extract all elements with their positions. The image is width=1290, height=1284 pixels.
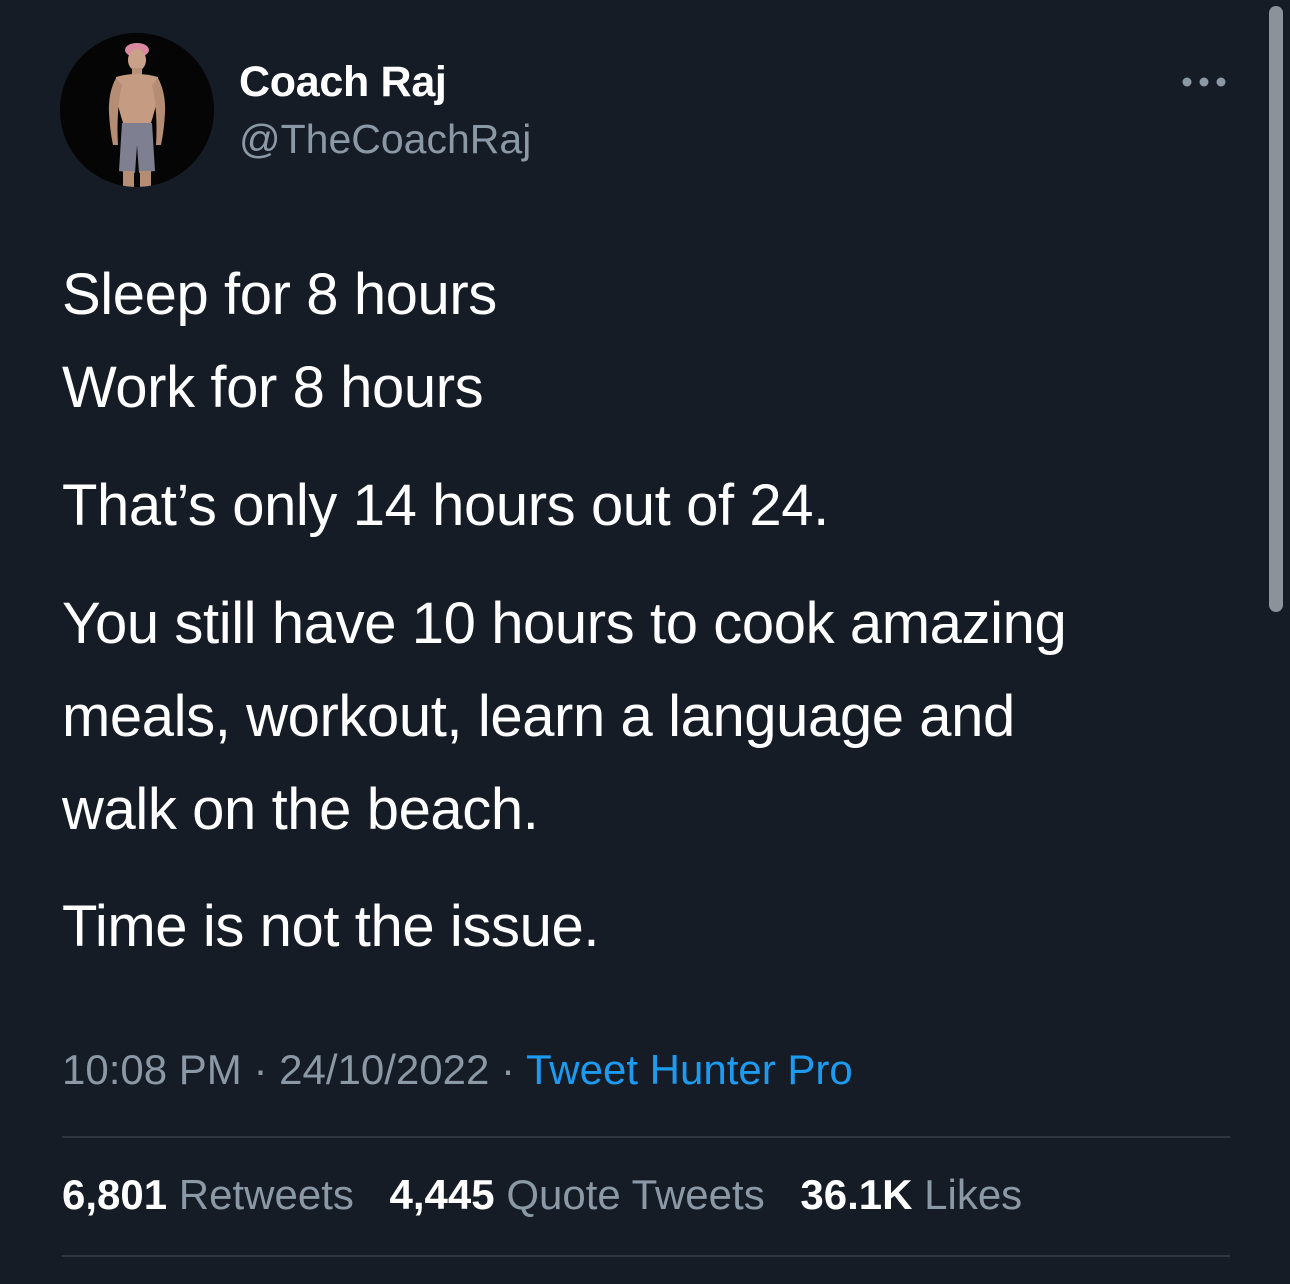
avatar-photo-icon [60,33,214,187]
engagement-stats: 6,801 Retweets 4,445 Quote Tweets 36.1K … [62,1171,1046,1219]
tweet-detail: Coach Raj @TheCoachRaj Sleep for 8 hours… [0,0,1290,1284]
author-avatar[interactable] [60,33,214,187]
likes-count: 36.1K [800,1171,913,1218]
quote-tweets-label: Quote Tweets [506,1171,765,1218]
tweet-source-link[interactable]: Tweet Hunter Pro [526,1046,853,1093]
author-name[interactable]: Coach Raj [239,58,447,107]
retweets-label: Retweets [178,1171,354,1218]
quote-tweets-stat[interactable]: 4,445 Quote Tweets [390,1171,765,1219]
tweet-date[interactable]: 24/10/2022 [279,1046,489,1093]
tweet-text-line: meals, workout, learn a language and [62,684,1015,749]
more-horizontal-icon [1182,77,1226,87]
tweet-text-line: Time is not the issue. [62,894,600,959]
likes-stat[interactable]: 36.1K Likes [800,1171,1022,1219]
more-options-button[interactable] [1176,62,1232,102]
tweet-text-line: Work for 8 hours [62,355,484,420]
quote-tweets-count: 4,445 [389,1171,495,1218]
retweets-count: 6,801 [62,1171,168,1218]
meta-separator: · [253,1046,268,1093]
divider [62,1255,1230,1257]
tweet-time[interactable]: 10:08 PM [62,1046,242,1093]
divider [62,1136,1230,1138]
tweet-text-line: walk on the beach. [62,777,539,842]
tweet-text-line: That’s only 14 hours out of 24. [62,473,829,538]
tweet-text-line: Sleep for 8 hours [62,262,497,327]
scrollbar[interactable] [1269,6,1283,612]
tweet-text-line: You still have 10 hours to cook amazing [62,591,1067,656]
author-handle[interactable]: @TheCoachRaj [239,116,531,163]
likes-label: Likes [924,1171,1023,1218]
tweet-metadata: 10:08 PM · 24/10/2022 · Tweet Hunter Pro [62,1046,853,1094]
retweets-stat[interactable]: 6,801 Retweets [62,1171,354,1219]
meta-separator: · [501,1046,516,1093]
